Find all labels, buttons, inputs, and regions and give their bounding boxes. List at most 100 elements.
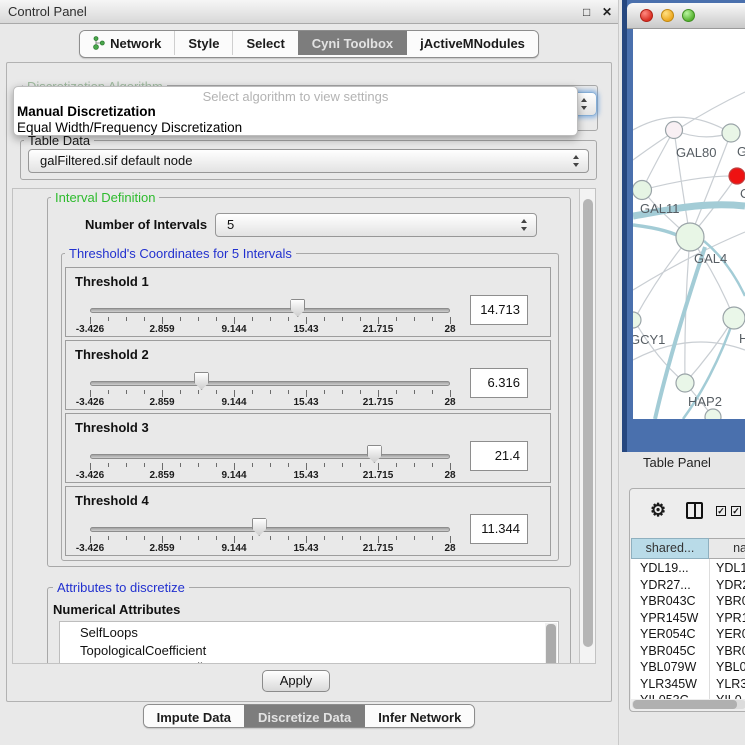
table-data-select[interactable]: galFiltered.sif default node (28, 149, 589, 173)
tick-mark (180, 390, 181, 394)
close-icon[interactable]: ✕ (602, 5, 612, 19)
cell-shared-name: YER054C (640, 627, 696, 641)
float-icon[interactable]: □ (583, 5, 590, 19)
cell-shared-name: YBR043C (640, 594, 696, 608)
tick-mark (288, 463, 289, 467)
zoom-traffic-light-icon[interactable] (682, 9, 695, 22)
settings-vertical-scrollbar[interactable] (579, 189, 595, 663)
tick-mark (396, 536, 397, 540)
slider-track[interactable] (90, 527, 450, 532)
threshold-value-field[interactable]: 6.316 (470, 368, 528, 398)
table-row[interactable]: YLR345WYLR3 (631, 677, 745, 694)
table-panel-title: Table Panel (643, 455, 711, 470)
tick-mark (306, 317, 307, 324)
slider-track[interactable] (90, 381, 450, 386)
tick-mark (180, 463, 181, 467)
tick-mark (144, 536, 145, 540)
bottom-tab-infer-network[interactable]: Infer Network (364, 705, 474, 728)
tick-label: 28 (444, 470, 455, 481)
threshold-value-field[interactable]: 14.713 (470, 295, 528, 325)
node-gal4[interactable] (676, 223, 704, 251)
tab-label: Network (110, 36, 161, 51)
cell-name: YIL0 (716, 693, 742, 699)
tick-mark (306, 536, 307, 543)
apply-button[interactable]: Apply (262, 670, 330, 692)
threshold-value-field[interactable]: 21.4 (470, 441, 528, 471)
table-row[interactable]: YDL19...YDL1 (631, 561, 745, 578)
tick-mark (396, 317, 397, 321)
tick-mark (288, 317, 289, 321)
tick-mark (432, 317, 433, 321)
bottom-tab-discretize-data[interactable]: Discretize Data (244, 705, 364, 728)
tick-mark (126, 390, 127, 394)
tick-mark (378, 463, 379, 470)
tick-mark (342, 390, 343, 394)
tab-label: Select (246, 36, 284, 51)
right-panel: GAL80GACGAL11GAL4GCY1HHAP2 Table Panel ⚙… (620, 0, 745, 745)
tick-mark (432, 536, 433, 540)
checkbox-icon[interactable]: ✓ (731, 506, 741, 516)
num-intervals-select[interactable]: 5 (215, 213, 537, 237)
column-header-name[interactable]: na (709, 538, 745, 559)
settings-scroll-region: Interval Definition Number of Intervals … (12, 188, 596, 664)
threshold-panel-4: Threshold 4-3.4262.8599.14415.4321.71528… (65, 486, 551, 556)
node-gal80[interactable] (666, 122, 683, 139)
table-horizontal-scrollbar[interactable] (632, 700, 745, 709)
scrollbar-thumb[interactable] (633, 700, 737, 709)
panel-title: Control Panel (8, 0, 87, 24)
node-selected-red[interactable] (729, 168, 745, 184)
column-header-shared[interactable]: shared... (631, 538, 709, 559)
tab-label: Style (188, 36, 219, 51)
table-row[interactable]: YBR043C YBR0 (631, 594, 745, 611)
table-row[interactable]: YDR27...YDR2 (631, 578, 745, 595)
tick-label: -3.426 (76, 543, 104, 554)
node-label-hap2: HAP2 (688, 394, 722, 409)
network-canvas[interactable]: GAL80GACGAL11GAL4GCY1HHAP2 (633, 29, 745, 419)
slider-track[interactable] (90, 454, 450, 459)
table-row[interactable]: YER054CYER0 (631, 627, 745, 644)
tab-jactivemnodules[interactable]: jActiveMNodules (406, 31, 538, 55)
columns-icon[interactable] (686, 502, 703, 519)
node[interactable] (722, 124, 740, 142)
algorithm-option-manual-discretization[interactable]: Manual Discretization (17, 104, 569, 120)
tab-cyni-toolbox[interactable]: Cyni Toolbox (298, 31, 406, 55)
bottom-tab-impute-data[interactable]: Impute Data (144, 705, 244, 728)
gear-icon[interactable]: ⚙ (650, 499, 666, 521)
node[interactable] (705, 409, 721, 419)
algorithm-option-equal-width-frequency-discretization[interactable]: Equal Width/Frequency Discretization (17, 120, 569, 136)
network-nodes[interactable] (633, 122, 745, 420)
scrollbar-thumb[interactable] (583, 199, 593, 647)
numerical-attributes-list[interactable]: SelfLoops TopologicalCoefficient Betweenne… (59, 621, 559, 663)
node-gal11[interactable] (633, 181, 652, 200)
tab-select[interactable]: Select (232, 31, 297, 55)
attribute-item-betweennesscentrality[interactable]: BetweennessCentrality (80, 660, 213, 663)
slider-thumb[interactable] (367, 445, 382, 463)
node[interactable] (723, 307, 745, 329)
threshold-value-field[interactable]: 11.344 (470, 514, 528, 544)
slider-thumb[interactable] (290, 299, 305, 317)
node-gcy1[interactable] (633, 312, 641, 328)
slider-thumb[interactable] (252, 518, 267, 536)
table-row[interactable]: YBL079WYBL0 (631, 660, 745, 677)
checkbox-icon[interactable]: ✓ (716, 506, 726, 516)
tick-mark (252, 390, 253, 394)
attribute-item-topologicalcoefficient[interactable]: TopologicalCoefficient (80, 643, 206, 658)
cell-name: YBR0 (716, 594, 745, 608)
bottom-tab-bar: Impute DataDiscretize DataInfer Network (0, 704, 618, 728)
tab-network[interactable]: Network (80, 31, 174, 55)
node-hap2[interactable] (676, 374, 694, 392)
combo-stepper-icon (580, 98, 589, 110)
close-traffic-light-icon[interactable] (640, 9, 653, 22)
slider-thumb[interactable] (194, 372, 209, 390)
tick-mark (108, 390, 109, 394)
tab-style[interactable]: Style (174, 31, 232, 55)
attribute-item-selfloops[interactable]: SelfLoops (80, 625, 138, 640)
table-row[interactable]: YIL053CYIL0 (631, 693, 745, 699)
slider-track[interactable] (90, 308, 450, 313)
attributes-list-scrollbar[interactable] (545, 623, 557, 663)
tick-label: -3.426 (76, 324, 104, 335)
table-row[interactable]: YPR145WYPR1 (631, 611, 745, 628)
table-row[interactable]: YBR045CYBR0 (631, 644, 745, 661)
scrollbar-thumb[interactable] (546, 624, 556, 663)
minimize-traffic-light-icon[interactable] (661, 9, 674, 22)
